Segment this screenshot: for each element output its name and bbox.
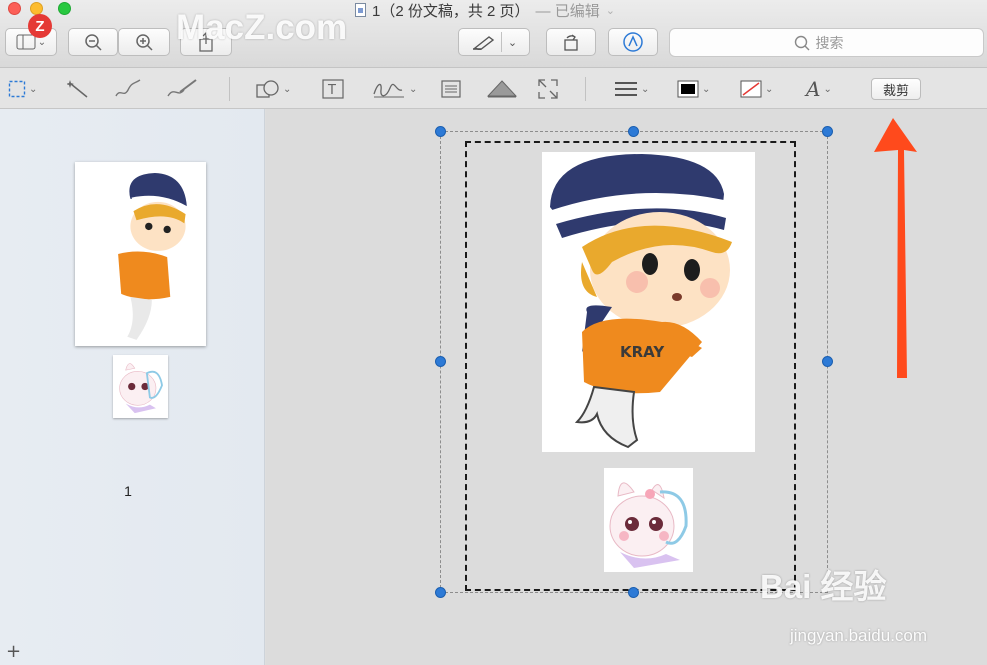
markup-pen-icon xyxy=(623,32,643,52)
search-field[interactable] xyxy=(669,28,984,57)
instant-alpha-button[interactable] xyxy=(67,78,91,100)
text-style-icon: A xyxy=(806,77,821,101)
toolbar-divider xyxy=(229,77,230,101)
text-box-icon: T xyxy=(322,79,344,99)
draw-pen-icon xyxy=(167,79,197,97)
page-thumbnail[interactable] xyxy=(113,355,168,418)
chibi-boy-thumbnail-image xyxy=(118,173,187,340)
toolbar-divider xyxy=(585,77,586,101)
shapes-button[interactable]: ⌄ xyxy=(256,78,291,100)
crop-selection-rectangle[interactable] xyxy=(465,141,796,591)
shape-style-button[interactable]: ⌄ xyxy=(614,78,649,100)
fill-color-icon xyxy=(740,80,762,98)
sketch-icon xyxy=(115,79,141,97)
border-color-icon xyxy=(677,80,699,98)
markup-toolbar-button[interactable] xyxy=(608,28,658,56)
signature-icon xyxy=(373,83,404,98)
chevron-down-icon: ⌄ xyxy=(507,35,518,49)
chevron-down-icon: ⌄ xyxy=(641,83,650,95)
fill-color-button[interactable]: ⌄ xyxy=(740,78,773,100)
border-color-button[interactable]: ⌄ xyxy=(677,78,710,100)
zoom-out-icon xyxy=(85,34,102,51)
window-titlebar: 1（2 份文稿，共 2 页） — 已编辑 ⌄ ⌄ Z MacZ.com ⌄ xyxy=(0,0,987,68)
macz-logo: Z xyxy=(28,14,52,38)
line-style-icon xyxy=(615,82,637,96)
adjust-color-button[interactable] xyxy=(487,78,517,100)
text-style-button[interactable]: A ⌄ xyxy=(806,77,832,101)
shapes-icon xyxy=(256,80,279,98)
page-thumbnail[interactable] xyxy=(75,162,206,346)
baidu-watermark: Bai 经验 xyxy=(760,568,887,605)
annotation-arrow xyxy=(874,118,917,378)
bunny-thumbnail-image xyxy=(119,363,163,414)
close-window-button[interactable] xyxy=(8,2,21,15)
highlighter-icon xyxy=(472,36,495,50)
resize-handle-right[interactable] xyxy=(822,356,833,367)
signature-button[interactable]: ⌄ xyxy=(372,78,417,100)
thumbnail-sidebar: 1 + xyxy=(0,109,265,665)
rotate-button[interactable] xyxy=(546,28,596,56)
zoom-window-button[interactable] xyxy=(58,2,71,15)
sidebar-icon xyxy=(16,34,36,50)
markup-toolbar: ⌄ ⌄ T ⌄ ⌄ ⌄ ⌄ A ⌄ xyxy=(0,68,987,109)
note-icon xyxy=(441,80,461,98)
chevron-down-icon: ⌄ xyxy=(37,36,47,48)
resize-handle-bottom[interactable] xyxy=(628,587,639,598)
crop-button[interactable]: 裁剪 xyxy=(871,78,921,100)
add-page-button[interactable]: + xyxy=(6,641,21,662)
resize-handle-top-left[interactable] xyxy=(435,126,446,137)
zoom-in-icon xyxy=(136,34,153,51)
page-number-label: 1 xyxy=(124,483,132,499)
svg-text:T: T xyxy=(327,83,336,98)
chevron-down-icon: ⌄ xyxy=(765,83,774,95)
text-box-button[interactable]: T xyxy=(322,78,344,100)
macz-watermark: MacZ.com xyxy=(176,8,348,47)
draw-button[interactable] xyxy=(166,78,198,100)
magic-wand-icon xyxy=(67,80,88,98)
resize-handle-left[interactable] xyxy=(435,356,446,367)
baidu-watermark-url: jingyan.baidu.com xyxy=(790,626,928,645)
sketch-button[interactable] xyxy=(114,78,142,100)
selection-tool-button[interactable]: ⌄ xyxy=(8,78,37,100)
adjust-color-icon xyxy=(487,80,517,98)
resize-handle-bottom-left[interactable] xyxy=(435,587,446,598)
chevron-down-icon: ⌄ xyxy=(823,83,832,95)
adjust-size-button[interactable] xyxy=(537,78,559,100)
document-title-text: 1（2 份文稿，共 2 页） xyxy=(372,2,530,20)
zoom-in-button[interactable] xyxy=(118,28,170,56)
chevron-down-icon: ⌄ xyxy=(29,83,38,95)
resize-icon xyxy=(538,79,558,99)
chevron-down-icon: ⌄ xyxy=(605,4,615,17)
rotate-icon xyxy=(564,34,578,51)
note-button[interactable] xyxy=(441,78,461,100)
zoom-out-button[interactable] xyxy=(68,28,118,56)
edited-status: — 已编辑 xyxy=(535,2,600,20)
search-icon xyxy=(794,35,809,50)
document-icon xyxy=(355,3,366,17)
resize-handle-top[interactable] xyxy=(628,126,639,137)
rectangular-selection-icon xyxy=(8,80,26,98)
document-title[interactable]: 1（2 份文稿，共 2 页） — 已编辑 ⌄ xyxy=(355,1,615,20)
search-input[interactable] xyxy=(815,34,860,51)
resize-handle-top-right[interactable] xyxy=(822,126,833,137)
chevron-down-icon: ⌄ xyxy=(409,83,418,95)
chevron-down-icon: ⌄ xyxy=(283,83,292,95)
chevron-down-icon: ⌄ xyxy=(702,83,711,95)
highlight-button[interactable]: ⌄ xyxy=(458,28,530,56)
